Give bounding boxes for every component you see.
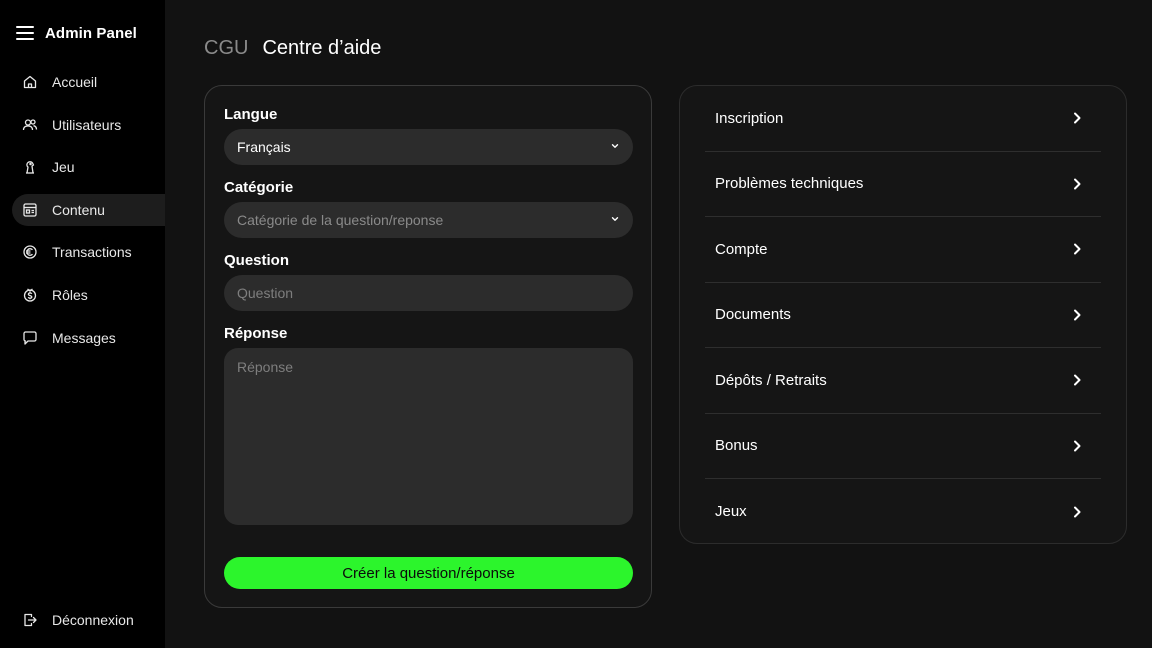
category-label: Jeux <box>715 503 747 521</box>
category-label: Bonus <box>715 437 758 455</box>
menu-icon[interactable] <box>16 26 34 40</box>
question-input[interactable] <box>224 275 633 311</box>
category-placeholder: Catégorie de la question/reponse <box>237 212 444 228</box>
sidebar-item-label: Transactions <box>52 244 132 261</box>
create-faq-button[interactable]: Créer la question/réponse <box>224 557 633 589</box>
brand: Admin Panel <box>16 22 137 44</box>
category-list: Inscription Problèmes techniques Compte … <box>705 86 1101 545</box>
chevron-right-icon <box>1074 309 1081 321</box>
content-icon <box>22 202 38 218</box>
sidebar-item-accueil[interactable]: Accueil <box>12 66 165 98</box>
sidebar-item-transactions[interactable]: Transactions <box>12 236 165 268</box>
transactions-icon <box>22 244 38 260</box>
chevron-right-icon <box>1074 112 1081 124</box>
sidebar-item-utilisateurs[interactable]: Utilisateurs <box>12 109 165 141</box>
chevron-down-icon <box>611 144 619 148</box>
sidebar-item-label: Rôles <box>52 286 88 303</box>
page-header: CGU Centre d’aide <box>204 37 381 60</box>
category-label: Problèmes techniques <box>715 175 864 193</box>
language-value: Français <box>237 139 291 155</box>
chevron-right-icon <box>1074 178 1081 190</box>
sidebar-item-jeu[interactable]: Jeu <box>12 151 165 183</box>
category-label: Documents <box>715 306 791 324</box>
chevron-down-icon <box>611 217 619 221</box>
language-select[interactable]: Français <box>224 129 633 165</box>
home-icon <box>22 74 38 90</box>
chevron-right-icon <box>1074 440 1081 452</box>
category-item-inscription[interactable]: Inscription <box>705 86 1101 152</box>
category-item-jeux[interactable]: Jeux <box>705 479 1101 545</box>
answer-label: Réponse <box>224 325 288 342</box>
category-item-problemes-techniques[interactable]: Problèmes techniques <box>705 152 1101 217</box>
category-item-depots-retraits[interactable]: Dépôts / Retraits <box>705 348 1101 414</box>
message-icon <box>22 330 38 346</box>
chevron-right-icon <box>1074 243 1081 255</box>
sidebar-item-messages[interactable]: Messages <box>12 322 165 354</box>
users-icon <box>22 117 38 133</box>
question-label: Question <box>224 252 290 269</box>
category-list-card: Inscription Problèmes techniques Compte … <box>679 85 1127 544</box>
logout-button[interactable]: Déconnexion <box>12 604 162 636</box>
chevron-right-icon <box>1074 374 1081 386</box>
logout-label: Déconnexion <box>52 612 134 628</box>
category-item-compte[interactable]: Compte <box>705 217 1101 283</box>
sidebar-item-label: Messages <box>52 329 116 346</box>
page-title: Centre d’aide <box>262 37 382 59</box>
sidebar: Admin Panel Accueil Utilisateurs Jeu Con… <box>0 0 165 648</box>
chevron-right-icon <box>1074 506 1081 518</box>
category-label: Inscription <box>715 109 784 127</box>
category-label: Catégorie <box>224 179 294 196</box>
breadcrumb[interactable]: CGU <box>204 37 248 60</box>
game-icon <box>22 159 38 175</box>
roles-icon <box>22 287 38 303</box>
language-label: Langue <box>224 106 278 123</box>
sidebar-item-label: Utilisateurs <box>52 116 122 133</box>
sidebar-item-label: Contenu <box>52 201 105 218</box>
sidebar-item-contenu[interactable]: Contenu <box>12 193 165 226</box>
category-item-documents[interactable]: Documents <box>705 283 1101 348</box>
category-select[interactable]: Catégorie de la question/reponse <box>224 202 633 238</box>
faq-form-card: Langue Français Catégorie Catégorie de l… <box>204 85 652 608</box>
category-label: Dépôts / Retraits <box>715 371 827 389</box>
category-item-bonus[interactable]: Bonus <box>705 414 1101 479</box>
logout-section: Déconnexion <box>12 604 162 636</box>
category-label: Compte <box>715 240 768 258</box>
app-title: Admin Panel <box>45 24 137 42</box>
answer-textarea[interactable] <box>224 348 633 525</box>
sidebar-item-label: Jeu <box>52 159 75 176</box>
logout-icon <box>22 612 38 628</box>
sidebar-item-label: Accueil <box>52 74 98 90</box>
sidebar-nav: Accueil Utilisateurs Jeu Contenu Transac… <box>12 66 165 364</box>
sidebar-item-roles[interactable]: Rôles <box>12 279 165 311</box>
